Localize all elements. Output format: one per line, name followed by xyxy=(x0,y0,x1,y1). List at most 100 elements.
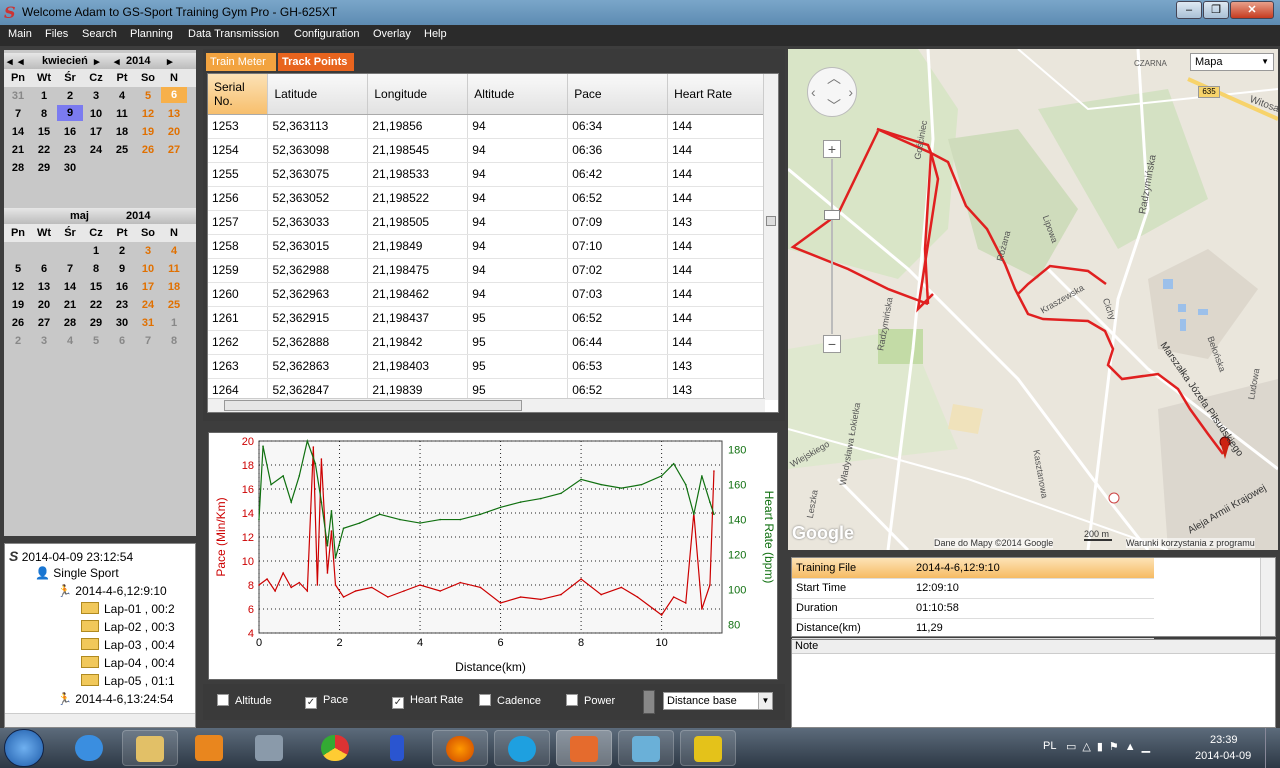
calendar-day[interactable]: 3 xyxy=(135,245,161,257)
grid-horizontal-scrollbar[interactable] xyxy=(208,398,765,412)
start-button[interactable] xyxy=(4,729,44,767)
taskbar-firefox[interactable] xyxy=(432,730,488,766)
grid-vertical-scrollbar[interactable] xyxy=(763,74,778,400)
calendar-day[interactable]: 1 xyxy=(83,245,109,257)
cadence-checkbox[interactable]: Cadence xyxy=(479,694,541,707)
calendar-month[interactable]: kwiecień xyxy=(42,55,88,67)
zoom-slider-handle[interactable] xyxy=(824,210,840,220)
calendar-day[interactable]: 7 xyxy=(135,335,161,347)
column-header-serial[interactable]: Serial No. xyxy=(208,74,269,115)
zoom-in-button[interactable]: + xyxy=(823,140,841,158)
calendar-day[interactable]: 25 xyxy=(109,144,135,156)
calendar-day[interactable]: 23 xyxy=(57,144,83,156)
tab-track-points[interactable]: Track Points xyxy=(278,53,354,71)
calendar-day[interactable]: 6 xyxy=(161,87,187,103)
column-header-heart-rate[interactable]: Heart Rate xyxy=(667,74,765,115)
clock-date[interactable]: 2014-04-09 xyxy=(1195,750,1251,762)
calendar-day[interactable]: 25 xyxy=(161,299,187,311)
taskbar-chrome[interactable] xyxy=(308,730,364,766)
tray-icons[interactable]: ▭△▮⚑▲▁ xyxy=(1066,740,1156,753)
calendar-day[interactable]: 24 xyxy=(83,144,109,156)
calendar-day[interactable]: 14 xyxy=(5,126,31,138)
pace-checkbox[interactable]: ✓ Pace xyxy=(305,694,348,709)
menu-planning[interactable]: Planning xyxy=(130,28,173,40)
calendar-day[interactable]: 12 xyxy=(5,281,31,293)
taskbar-explorer[interactable] xyxy=(122,730,178,766)
calendar-day[interactable]: 18 xyxy=(161,281,187,293)
taskbar-app[interactable] xyxy=(242,730,298,766)
calendar-day[interactable]: 31 xyxy=(135,317,161,329)
calendar-day[interactable]: 2 xyxy=(5,335,31,347)
calendar-day[interactable]: 3 xyxy=(83,90,109,102)
menu-data-transmission[interactable]: Data Transmission xyxy=(188,28,279,40)
maximize-button[interactable]: ❐ xyxy=(1203,1,1229,19)
taskbar-fireworks[interactable] xyxy=(680,730,736,766)
menu-overlay[interactable]: Overlay xyxy=(373,28,411,40)
calendar-day[interactable]: 4 xyxy=(109,90,135,102)
close-button[interactable]: ✕ xyxy=(1230,1,1274,19)
info-scrollbar[interactable] xyxy=(1260,558,1275,636)
table-row[interactable]: 1254 52,363098 21,198545 94 06:36 144 xyxy=(208,138,765,163)
tree-lap[interactable]: Lap-02 , 00:3 xyxy=(81,620,175,634)
language-indicator[interactable]: PL xyxy=(1043,740,1056,752)
calendar-day[interactable]: 5 xyxy=(83,335,109,347)
calendar-day[interactable]: 22 xyxy=(83,299,109,311)
calendar-day[interactable]: 10 xyxy=(135,263,161,275)
tree-session[interactable]: 🏃 2014-4-6,12:9:10 xyxy=(57,584,167,598)
menu-main[interactable]: Main xyxy=(8,28,32,40)
calendar-day[interactable]: 11 xyxy=(109,108,135,120)
calendar-day[interactable]: 29 xyxy=(31,162,57,174)
power-checkbox[interactable]: Power xyxy=(566,694,615,707)
calendar-day[interactable]: 7 xyxy=(5,108,31,120)
tree-lap[interactable]: Lap-01 , 00:2 xyxy=(81,602,175,616)
calendar-day[interactable]: 13 xyxy=(31,281,57,293)
chart-base-select[interactable]: Distance base ▼ xyxy=(663,692,773,710)
taskbar-media[interactable] xyxy=(182,730,238,766)
map-type-select[interactable]: Mapa ▼ xyxy=(1190,53,1274,71)
map-terms-link[interactable]: Warunki korzystania z programu xyxy=(1126,538,1255,548)
column-header-latitude[interactable]: Latitude xyxy=(267,74,369,115)
menu-search[interactable]: Search xyxy=(82,28,117,40)
tree-lap[interactable]: Lap-03 , 00:4 xyxy=(81,638,175,652)
calendar-day[interactable]: 19 xyxy=(135,126,161,138)
prev-year-arrow-icon[interactable]: ◂ xyxy=(114,55,120,68)
calendar-day[interactable]: 16 xyxy=(109,281,135,293)
prev-month-arrow-icon[interactable]: ◂ xyxy=(7,55,13,68)
zoom-slider[interactable] xyxy=(831,159,833,334)
tree-root[interactable]: S 2014-04-09 23:12:54 xyxy=(9,548,133,564)
calendar-day[interactable]: 2 xyxy=(57,90,83,102)
calendar-day[interactable]: 15 xyxy=(31,126,57,138)
table-row[interactable]: 1261 52,362915 21,198437 95 06:52 144 xyxy=(208,306,765,331)
calendar-day[interactable]: 23 xyxy=(109,299,135,311)
calendar-day[interactable]: 10 xyxy=(83,108,109,120)
heart-rate-checkbox[interactable]: ✓ Heart Rate xyxy=(392,694,463,709)
clock-time[interactable]: 23:39 xyxy=(1210,734,1238,746)
calendar-day[interactable]: 27 xyxy=(161,144,187,156)
tree-session[interactable]: 🏃 2014-4-6,13:24:54 xyxy=(57,692,173,706)
tree-lap[interactable]: Lap-05 , 01:1 xyxy=(81,674,175,688)
column-header-altitude[interactable]: Altitude xyxy=(467,74,569,115)
show-desktop-button[interactable] xyxy=(1265,728,1280,768)
calendar-day[interactable]: 31 xyxy=(5,90,31,102)
calendar-day[interactable]: 4 xyxy=(57,335,83,347)
taskbar-bluetooth[interactable] xyxy=(370,730,426,766)
calendar-day[interactable]: 15 xyxy=(83,281,109,293)
calendar-day[interactable]: 5 xyxy=(135,90,161,102)
map-view[interactable]: CZARNA Witosa Gościniec Radzymińska Róża… xyxy=(788,49,1278,550)
calendar-day[interactable]: 28 xyxy=(57,317,83,329)
calendar-day[interactable]: 20 xyxy=(31,299,57,311)
calendar-day[interactable]: 9 xyxy=(109,263,135,275)
chart-settings-icon[interactable] xyxy=(643,690,655,714)
calendar-day[interactable]: 20 xyxy=(161,126,187,138)
calendar-day[interactable]: 3 xyxy=(31,335,57,347)
calendar-day[interactable]: 2 xyxy=(109,245,135,257)
calendar-day[interactable]: 21 xyxy=(57,299,83,311)
calendar-day[interactable]: 8 xyxy=(83,263,109,275)
taskbar-image-viewer[interactable] xyxy=(618,730,674,766)
tree-horizontal-scrollbar[interactable] xyxy=(5,713,195,727)
calendar-day[interactable]: 7 xyxy=(57,263,83,275)
calendar-day[interactable]: 21 xyxy=(5,144,31,156)
calendar-year[interactable]: 2014 xyxy=(126,210,150,222)
calendar-day[interactable]: 6 xyxy=(31,263,57,275)
table-row[interactable]: 1263 52,362863 21,198403 95 06:53 143 xyxy=(208,354,765,379)
